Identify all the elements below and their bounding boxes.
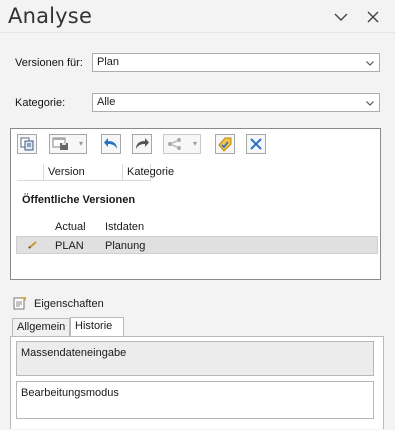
undo-icon bbox=[104, 138, 117, 149]
undo-button[interactable] bbox=[101, 134, 121, 154]
share-dropdown[interactable]: ▾ bbox=[163, 134, 201, 154]
delete-version-button[interactable] bbox=[246, 134, 266, 154]
versionen-value: Plan bbox=[97, 56, 120, 68]
row-version-cell: PLAN bbox=[55, 240, 84, 252]
panel-title: Analyse bbox=[8, 4, 93, 28]
copy-version-button[interactable] bbox=[17, 134, 37, 154]
kategorie-label: Kategorie: bbox=[15, 97, 66, 109]
chevron-down-icon: ▾ bbox=[78, 139, 83, 148]
edit-pencil-icon bbox=[27, 240, 39, 253]
chevron-down-icon: ▾ bbox=[192, 139, 197, 148]
properties-icon bbox=[13, 296, 27, 313]
properties-title: Eigenschaften bbox=[34, 298, 104, 310]
tab-allgemein[interactable]: Allgemein bbox=[12, 318, 70, 336]
versionen-select[interactable]: Plan bbox=[92, 53, 380, 72]
kategorie-value: Alle bbox=[97, 96, 116, 108]
column-header-indicator bbox=[17, 164, 44, 181]
column-header-kategorie[interactable]: Kategorie bbox=[123, 164, 174, 181]
tag-check-icon bbox=[218, 137, 232, 152]
massendateneingabe-field: Massendateneingabe bbox=[16, 341, 374, 376]
chevron-down-icon bbox=[364, 57, 376, 69]
row-kategorie-cell: Planung bbox=[105, 240, 146, 252]
column-header-version[interactable]: Version bbox=[44, 164, 123, 181]
redo-icon bbox=[136, 138, 149, 149]
row-header-kategorie: Istdaten bbox=[105, 221, 145, 233]
row-header-version: Actual bbox=[55, 221, 86, 233]
kategorie-select[interactable]: Alle bbox=[92, 93, 380, 112]
copy-icon bbox=[20, 137, 34, 151]
versionen-label: Versionen für: bbox=[15, 57, 83, 69]
save-window-icon bbox=[52, 137, 68, 150]
delete-icon bbox=[250, 138, 262, 150]
redo-button[interactable] bbox=[132, 134, 152, 154]
share-icon bbox=[168, 138, 181, 150]
close-icon[interactable] bbox=[364, 8, 382, 26]
collapse-chevron-icon[interactable] bbox=[332, 8, 350, 26]
group-title: Öffentliche Versionen bbox=[22, 194, 136, 206]
apply-version-button[interactable] bbox=[215, 134, 235, 154]
chevron-down-icon bbox=[364, 97, 376, 109]
bearbeitungsmodus-field: Bearbeitungsmodus bbox=[16, 381, 374, 419]
tab-historie[interactable]: Historie bbox=[70, 317, 124, 336]
save-version-dropdown[interactable]: ▾ bbox=[49, 134, 87, 154]
